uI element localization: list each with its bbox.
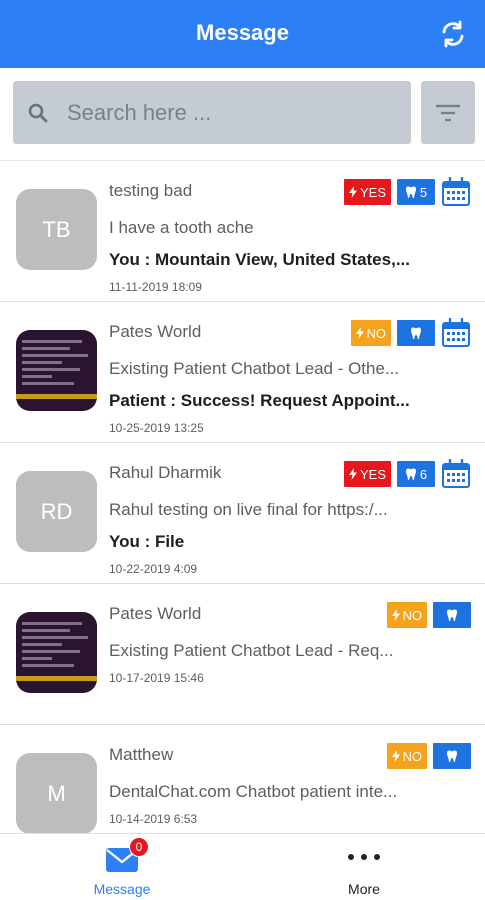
avatar-initials: RD: [40, 498, 73, 524]
nav-message-tab[interactable]: 0 Message: [62, 834, 182, 900]
message-date: 10-25-2019 13:25: [109, 421, 204, 435]
tooth-badge: 5: [397, 179, 435, 205]
badge-group: YES 5: [343, 177, 471, 207]
tooth-badge: [397, 320, 435, 346]
tooth-icon: [447, 750, 457, 762]
calendar-button[interactable]: [441, 318, 471, 348]
lead-status-badge: YES: [343, 179, 391, 205]
message-date: 10-14-2019 6:53: [109, 812, 198, 826]
tooth-icon: [405, 468, 416, 480]
filter-icon: [436, 104, 460, 121]
avatar: RD: [16, 471, 97, 552]
calendar-icon: [442, 459, 470, 488]
message-date: 10-17-2019 15:46: [109, 671, 204, 685]
tooth-badge: 6: [397, 461, 435, 487]
badge-group: YES 6: [343, 459, 471, 489]
lead-status-badge: YES: [343, 461, 391, 487]
lead-status-badge: NO: [350, 320, 391, 346]
avatar: TB: [16, 189, 97, 270]
tooth-badge: [433, 743, 471, 769]
contact-name: Pates World: [109, 322, 202, 341]
calendar-icon: [442, 177, 470, 206]
message-list-item[interactable]: Pates World Existing Patient Chatbot Lead…: [0, 302, 485, 443]
message-date: 11-11-2019 18:09: [109, 280, 202, 294]
search-box[interactable]: [13, 81, 411, 144]
lead-status-badge: NO: [386, 743, 427, 769]
avatar-initials: M: [47, 780, 66, 806]
refresh-button[interactable]: [435, 16, 471, 52]
badge-group: NO: [386, 600, 471, 630]
refresh-icon: [442, 20, 464, 48]
message-list-item[interactable]: Pates World Existing Patient Chatbot Lead…: [0, 584, 485, 725]
bottom-nav: 0 Message More: [0, 833, 485, 900]
bolt-icon: [391, 609, 400, 621]
contact-name: Matthew: [109, 745, 174, 764]
message-list-item[interactable]: TB testing bad I have a tooth ache You : Mo…: [0, 161, 485, 302]
page-title: Message: [196, 20, 289, 45]
last-message: Patient : Success! Request Appoint...: [109, 391, 410, 410]
contact-name: testing bad: [109, 181, 193, 200]
message-subject: DentalChat.com Chatbot patient inte...: [109, 782, 398, 801]
lead-status-badge: NO: [386, 602, 427, 628]
filter-button[interactable]: [421, 81, 475, 144]
avatar: [16, 330, 97, 411]
last-message: You : File: [109, 532, 185, 551]
message-list-item[interactable]: M Matthew DentalChat.com Chatbot patient i…: [0, 725, 485, 833]
message-subject: Rahul testing on live final for https:/.…: [109, 500, 388, 519]
avatar: M: [16, 753, 97, 833]
message-list-item[interactable]: RD Rahul Dharmik Rahul testing on live fin…: [0, 443, 485, 584]
bolt-icon: [391, 750, 400, 762]
tooth-icon: [411, 327, 421, 339]
message-subject: Existing Patient Chatbot Lead - Req...: [109, 641, 394, 660]
message-date: 10-22-2019 4:09: [109, 562, 198, 576]
nav-message-label: Message: [93, 881, 151, 897]
more-dots-icon: [348, 854, 380, 860]
badge-group: NO: [386, 741, 471, 771]
tooth-icon: [405, 186, 416, 198]
bolt-icon: [348, 186, 357, 198]
nav-more-tab[interactable]: More: [304, 834, 424, 900]
contact-name: Pates World: [109, 604, 202, 623]
app-header: Message: [0, 0, 485, 68]
search-icon: [28, 103, 48, 123]
avatar-initials: TB: [42, 216, 71, 242]
search-input[interactable]: [67, 81, 397, 144]
calendar-button[interactable]: [441, 177, 471, 207]
message-subject: Existing Patient Chatbot Lead - Othe...: [109, 359, 400, 378]
tooth-icon: [447, 609, 457, 621]
message-count-badge: 0: [129, 837, 149, 857]
message-list: TB testing bad I have a tooth ache You : Mo…: [0, 161, 485, 833]
contact-name: Rahul Dharmik: [109, 463, 222, 482]
tooth-badge: [433, 602, 471, 628]
nav-more-label: More: [348, 881, 380, 897]
search-bar: [0, 68, 485, 161]
last-message: You : Mountain View, United States,...: [109, 250, 410, 269]
bolt-icon: [355, 327, 364, 339]
calendar-icon: [442, 318, 470, 347]
bolt-icon: [348, 468, 357, 480]
calendar-button[interactable]: [441, 459, 471, 489]
badge-group: NO: [350, 318, 472, 348]
avatar: [16, 612, 97, 693]
message-subject: I have a tooth ache: [109, 218, 254, 237]
